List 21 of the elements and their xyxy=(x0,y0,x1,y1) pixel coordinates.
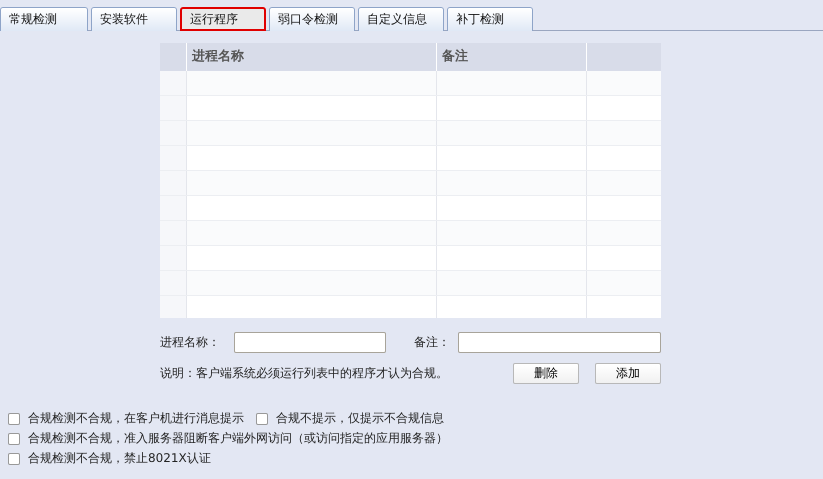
add-button[interactable]: 添加 xyxy=(595,363,661,384)
checkbox[interactable] xyxy=(8,432,20,444)
field-label: 进程名称： xyxy=(160,334,220,351)
checkbox-label: 合规检测不合规，准入服务器阻断客户端外网访问（或访问指定的应用服务器） xyxy=(28,430,448,447)
tab[interactable]: 自定义信息 xyxy=(358,7,444,31)
tab[interactable]: 运行程序 xyxy=(180,7,266,31)
tab[interactable]: 安装软件 xyxy=(91,7,177,31)
process-name-field[interactable] xyxy=(234,332,386,353)
delete-button[interactable]: 删除 xyxy=(513,363,579,384)
checkbox[interactable] xyxy=(8,452,20,464)
checkbox[interactable] xyxy=(256,412,268,424)
note-text: 说明：客户端系统必须运行列表中的程序才认为合规。 xyxy=(160,365,448,382)
field-label: 备注： xyxy=(414,334,450,351)
checkbox[interactable] xyxy=(8,412,20,424)
checkbox-label: 合规检测不合规，在客户机进行消息提示 xyxy=(28,410,244,427)
tab[interactable]: 常规检测 xyxy=(0,7,88,31)
tab[interactable]: 补丁检测 xyxy=(447,7,533,31)
tab[interactable]: 弱口令检测 xyxy=(269,7,355,31)
checkbox-label: 合规检测不合规，禁止8021X认证 xyxy=(28,450,211,467)
checkbox-label: 合规不提示，仅提示不合规信息 xyxy=(276,410,444,427)
note-field[interactable] xyxy=(458,332,661,353)
